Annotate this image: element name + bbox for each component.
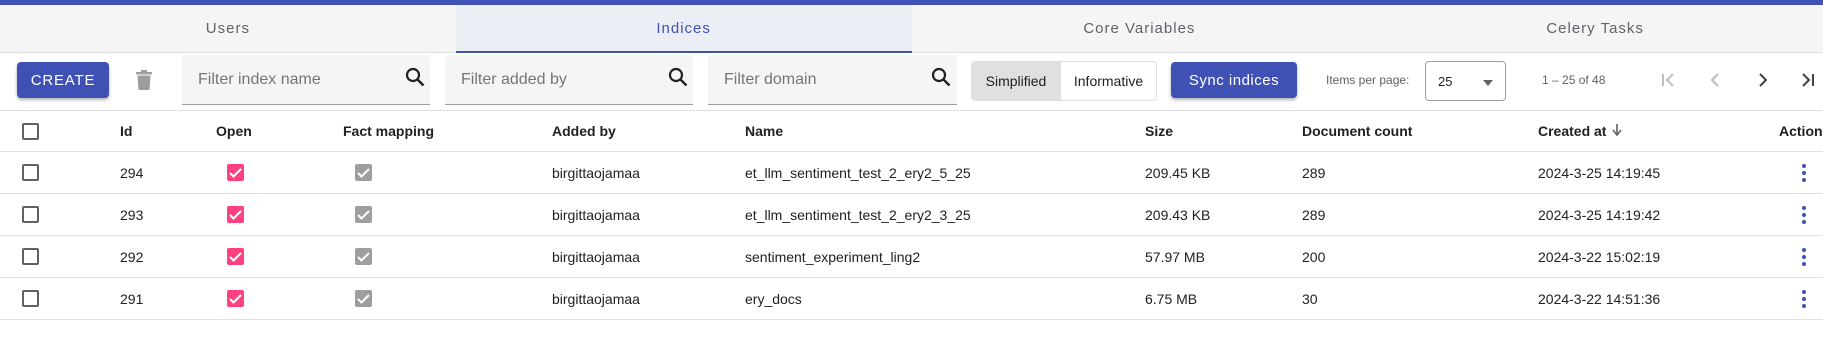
tab-core-variables[interactable]: Core Variables xyxy=(912,5,1368,52)
more-vert-icon[interactable] xyxy=(1797,278,1811,319)
row-id: 293 xyxy=(120,206,144,223)
sort-arrow-down-icon xyxy=(1612,123,1623,139)
next-page-icon[interactable] xyxy=(1752,69,1774,91)
more-vert-icon[interactable] xyxy=(1797,194,1811,235)
open-checkbox[interactable] xyxy=(227,278,244,319)
column-header-name[interactable]: Name xyxy=(745,111,783,151)
tab-celery-tasks[interactable]: Celery Tasks xyxy=(1367,5,1823,52)
row-document-count: 289 xyxy=(1302,206,1326,223)
column-header-open[interactable]: Open xyxy=(216,111,252,151)
pagination-range: 1 – 25 of 48 xyxy=(1542,73,1606,87)
filter-added-by-field[interactable] xyxy=(445,55,693,105)
filter-index-name-input[interactable] xyxy=(198,70,405,89)
row-size: 6.75 MB xyxy=(1145,290,1198,307)
fact-mapping-checkbox xyxy=(355,194,372,235)
row-size: 57.97 MB xyxy=(1145,248,1205,265)
items-per-page-select[interactable]: 25 xyxy=(1425,61,1506,101)
fact-mapping-checkbox xyxy=(355,236,372,277)
search-icon[interactable] xyxy=(405,67,425,92)
row-created-at: 2024-3-22 14:51:36 xyxy=(1538,290,1661,307)
filter-added-by-input[interactable] xyxy=(461,70,668,89)
row-id: 291 xyxy=(120,290,144,307)
column-header-created-at[interactable]: Created at xyxy=(1538,111,1623,151)
column-header-id[interactable]: Id xyxy=(120,111,132,151)
open-checkbox[interactable] xyxy=(227,194,244,235)
row-added-by: birgittaojamaa xyxy=(552,164,640,181)
open-checkbox[interactable] xyxy=(227,236,244,277)
toggle-informative[interactable]: Informative xyxy=(1060,62,1156,100)
column-header-added-by[interactable]: Added by xyxy=(552,111,616,151)
last-page-icon[interactable] xyxy=(1796,69,1818,91)
row-name: et_llm_sentiment_test_2_ery2_3_25 xyxy=(745,206,971,223)
row-name: ery_docs xyxy=(745,290,802,307)
tab-bar: Users Indices Core Variables Celery Task… xyxy=(0,5,1823,53)
row-name: et_llm_sentiment_test_2_ery2_5_25 xyxy=(745,164,971,181)
fact-mapping-checkbox xyxy=(355,278,372,319)
table-row[interactable]: 293 birgittaojamaa et_llm_sentiment_test… xyxy=(0,194,1823,236)
row-created-at: 2024-3-25 14:19:45 xyxy=(1538,164,1661,181)
row-added-by: birgittaojamaa xyxy=(552,248,640,265)
table-row[interactable]: 291 birgittaojamaa ery_docs 6.75 MB 30 2… xyxy=(0,278,1823,320)
row-size: 209.45 KB xyxy=(1145,164,1211,181)
indices-table: Id Open Fact mapping Added by Name Size … xyxy=(0,110,1823,320)
create-button[interactable]: CREATE xyxy=(17,62,109,98)
filter-domain-input[interactable] xyxy=(724,70,931,89)
row-created-at: 2024-3-25 14:19:42 xyxy=(1538,206,1661,223)
view-toggle-group: Simplified Informative xyxy=(971,61,1157,101)
fact-mapping-checkbox xyxy=(355,152,372,193)
delete-icon[interactable] xyxy=(131,66,157,94)
first-page-icon[interactable] xyxy=(1658,69,1680,91)
row-select-checkbox[interactable] xyxy=(22,278,39,319)
sync-indices-button[interactable]: Sync indices xyxy=(1171,62,1297,98)
more-vert-icon[interactable] xyxy=(1797,236,1811,277)
dropdown-arrow-icon xyxy=(1483,74,1493,89)
tab-users[interactable]: Users xyxy=(0,5,456,52)
items-per-page-label: Items per page: xyxy=(1326,73,1410,87)
row-select-checkbox[interactable] xyxy=(22,152,39,193)
open-checkbox[interactable] xyxy=(227,152,244,193)
row-document-count: 200 xyxy=(1302,248,1326,265)
column-header-document-count[interactable]: Document count xyxy=(1302,111,1412,151)
row-document-count: 30 xyxy=(1302,290,1318,307)
more-vert-icon[interactable] xyxy=(1797,152,1811,193)
select-all-checkbox[interactable] xyxy=(22,111,39,151)
filter-domain-field[interactable] xyxy=(708,55,957,105)
toolbar: CREATE Simplified Informative Sync indic… xyxy=(0,53,1823,110)
toggle-simplified[interactable]: Simplified xyxy=(972,62,1060,100)
row-document-count: 289 xyxy=(1302,164,1326,181)
items-per-page-value: 25 xyxy=(1438,73,1453,89)
column-header-fact-mapping[interactable]: Fact mapping xyxy=(343,111,434,151)
column-header-size[interactable]: Size xyxy=(1145,111,1173,151)
row-id: 292 xyxy=(120,248,144,265)
row-select-checkbox[interactable] xyxy=(22,194,39,235)
table-row[interactable]: 294 birgittaojamaa et_llm_sentiment_test… xyxy=(0,152,1823,194)
row-added-by: birgittaojamaa xyxy=(552,206,640,223)
row-added-by: birgittaojamaa xyxy=(552,290,640,307)
table-header-row: Id Open Fact mapping Added by Name Size … xyxy=(0,110,1823,152)
search-icon[interactable] xyxy=(668,67,688,92)
row-select-checkbox[interactable] xyxy=(22,236,39,277)
row-size: 209.43 KB xyxy=(1145,206,1211,223)
filter-index-name-field[interactable] xyxy=(182,55,430,105)
column-header-actions: Actions xyxy=(1779,123,1823,139)
search-icon[interactable] xyxy=(931,67,951,92)
row-name: sentiment_experiment_ling2 xyxy=(745,248,921,265)
row-id: 294 xyxy=(120,164,144,181)
row-created-at: 2024-3-22 15:02:19 xyxy=(1538,248,1661,265)
tab-indices[interactable]: Indices xyxy=(455,5,912,53)
table-row[interactable]: 292 birgittaojamaa sentiment_experiment_… xyxy=(0,236,1823,278)
created-at-label: Created at xyxy=(1538,123,1607,139)
previous-page-icon[interactable] xyxy=(1704,69,1726,91)
